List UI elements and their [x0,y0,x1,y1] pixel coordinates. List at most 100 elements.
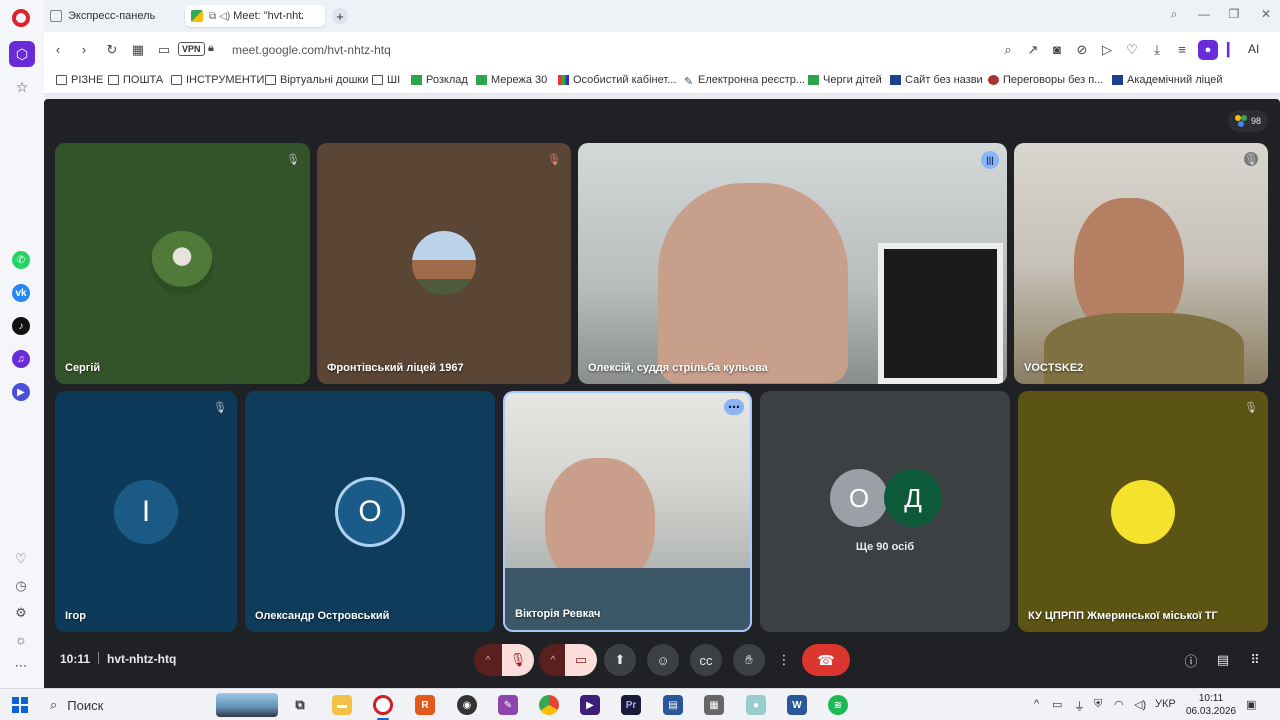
music-player-icon[interactable]: ♫ [12,350,30,368]
video-editor-icon[interactable]: ▶ [580,695,600,715]
tray-overflow-icon[interactable]: ^ [1034,698,1039,710]
back-icon[interactable]: ‹ [50,42,66,57]
participant-tile[interactable]: 🎙︎ VOCTSKE2 [1014,143,1268,384]
chrome-icon[interactable] [539,695,559,715]
chat-icon[interactable]: ▤ [1209,644,1237,676]
bookmark-item[interactable]: ✎ Електронна реєстр... [684,74,805,88]
meeting-details-icon[interactable]: ⓘ [1177,644,1205,676]
camera-toggle-button[interactable]: ▭ [565,644,597,676]
participant-tile-self[interactable]: ⋯ Вікторія Ревкач [503,391,752,632]
close-button[interactable]: ✕ [1256,7,1276,21]
aria-sidebar-icon[interactable]: ▎ [1224,42,1240,58]
bookmark-item[interactable]: Мережа 30 [476,74,547,86]
vpn-badge[interactable]: VPN [178,42,205,56]
more-options-button[interactable]: ⋯ [724,399,744,415]
heart-icon[interactable]: ♡ [13,551,29,567]
share-icon[interactable]: ↗ [1025,42,1041,58]
player-icon[interactable]: ▶ [12,383,30,401]
word-icon[interactable]: W [787,695,807,715]
chat-app-icon[interactable]: ● [746,695,766,715]
bookmark-item[interactable]: ІНСТРУМЕНТИ [171,74,264,86]
tiktok-icon[interactable]: ♪ [12,317,30,335]
activities-grid-icon[interactable]: ⠿ [1241,644,1269,676]
audio-options-button[interactable]: ^ [474,644,502,676]
windows-start-icon[interactable] [12,697,28,713]
opera-taskbar-icon[interactable] [373,695,393,715]
tab-speaker-icon[interactable]: ◁) [219,11,230,22]
bookmark-item[interactable]: Переговоры без п... [988,74,1103,86]
calculator-icon[interactable]: ▦ [704,695,724,715]
reactions-button[interactable]: ☺ [647,644,679,676]
tray-usb-icon[interactable]: ⏚ [1074,698,1085,714]
tabs-grid-icon[interactable]: ▦ [130,42,146,58]
opera-logo-icon[interactable] [12,9,30,27]
bookmark-item[interactable]: ШІ [372,74,400,86]
bookmark-item[interactable]: ПОШТА [108,74,163,86]
participant-tile[interactable]: 🎙︎ Фронтівський ліцей 1967 [317,143,571,384]
ai-button[interactable]: AI [1248,42,1259,56]
file-explorer-icon[interactable]: ▬ [332,695,352,715]
tray-device-icon[interactable]: ▭ [1052,698,1062,711]
raise-hand-button[interactable]: ✋︎ [733,644,765,676]
search-page-icon[interactable]: ⌕ [1000,42,1016,58]
present-screen-button[interactable]: ⬆ [604,644,636,676]
volume-icon[interactable]: ◁) [1134,698,1146,711]
bookmark-item[interactable]: Академічний ліцей [1112,74,1223,86]
snapshot-icon[interactable]: ◙ [1049,42,1065,57]
tab-meet[interactable]: ⧉ ◁) Meet: "hvt-nhtz-ht [185,5,325,27]
participant-tile[interactable]: 🎙︎ Сергій [55,143,310,384]
reload-icon[interactable]: ↻ [104,42,120,58]
easy-setup-icon[interactable]: ≡ [1174,42,1190,57]
adblock-icon[interactable]: ⊘ [1074,42,1090,58]
notifications-icon[interactable]: ▣ [1246,698,1256,711]
tray-security-icon[interactable]: ⛨ [1094,698,1102,711]
others-tile[interactable]: О Д Ще 90 осіб [760,391,1010,632]
leave-call-button[interactable]: ☎ [802,644,850,676]
bookmark-item[interactable]: Сайт без назви [890,74,983,86]
forward-icon[interactable]: › [76,42,92,57]
url-field[interactable]: meet.google.com/hvt-nhtz-htq [232,43,391,57]
participant-tile[interactable]: 🎙︎ КУ ЦПРПП Жмеринської міської ТГ [1018,391,1268,632]
participant-tile[interactable]: О Олександр Островський [245,391,495,632]
restore-button[interactable]: ❐ [1224,7,1244,21]
account-icon[interactable]: ● [1198,40,1218,60]
download-icon[interactable]: ⤓ [1149,42,1165,58]
bookmark-item[interactable]: Черги дітей [808,74,882,86]
taskbar-search[interactable]: ⌕ Поиск [44,693,278,717]
obs-icon[interactable]: ◉ [457,695,477,715]
settings-gear-icon[interactable]: ⚙ [13,605,29,621]
bookmark-item[interactable]: Особистий кабінет... [558,74,676,86]
whatsapp-icon[interactable]: ✆ [12,251,30,269]
video-options-button[interactable]: ^ [539,644,567,676]
captions-button[interactable]: cc [690,644,722,676]
reader-app-icon[interactable]: R [415,695,435,715]
minimize-button[interactable]: — [1194,7,1214,21]
document-app-icon[interactable]: ▤ [663,695,683,715]
participants-count-badge[interactable]: 98 [1228,110,1268,132]
premiere-icon[interactable]: Pr [621,695,641,715]
bookmark-item[interactable]: РІЗНЕ [56,74,103,86]
workspace-icon[interactable]: ⬡ [9,41,35,67]
pinboard-icon[interactable]: ☆ [9,74,35,100]
participant-tile[interactable]: І 🎙︎ Ігор [55,391,237,632]
history-icon[interactable]: ◷ [13,578,29,594]
favorite-heart-icon[interactable]: ♡ [1124,42,1140,58]
bookmark-item[interactable]: Віртуальні дошки [265,74,368,86]
participant-tile[interactable]: ||| Олексій, суддя стрільба кульова [578,143,1007,384]
vk-icon[interactable]: vk [12,284,30,302]
spotify-icon[interactable]: ≋ [828,695,848,715]
wifi-icon[interactable]: ◠ [1114,698,1124,711]
new-tab-button[interactable]: + [332,8,348,24]
tab-speed-dial[interactable]: Экспресс-панель [44,5,161,27]
more-options-button[interactable]: ⋮ [770,644,798,676]
lock-icon[interactable]: 🔒︎ [208,42,214,55]
lightbulb-icon[interactable]: ☼ [13,631,29,647]
flow-icon[interactable]: ▷ [1099,42,1115,58]
pen-app-icon[interactable]: ✎ [498,695,518,715]
search-tabs-icon[interactable]: ⌕ [1164,7,1184,22]
mic-toggle-button[interactable]: 🎙︎ [502,644,534,676]
taskbar-clock[interactable]: 10:11 06.03.2026 [1186,692,1236,718]
language-indicator[interactable]: УКР [1155,698,1176,710]
bookmark-item[interactable]: Розклад [411,74,468,86]
more-dots-icon[interactable]: ⋯ [13,658,29,674]
